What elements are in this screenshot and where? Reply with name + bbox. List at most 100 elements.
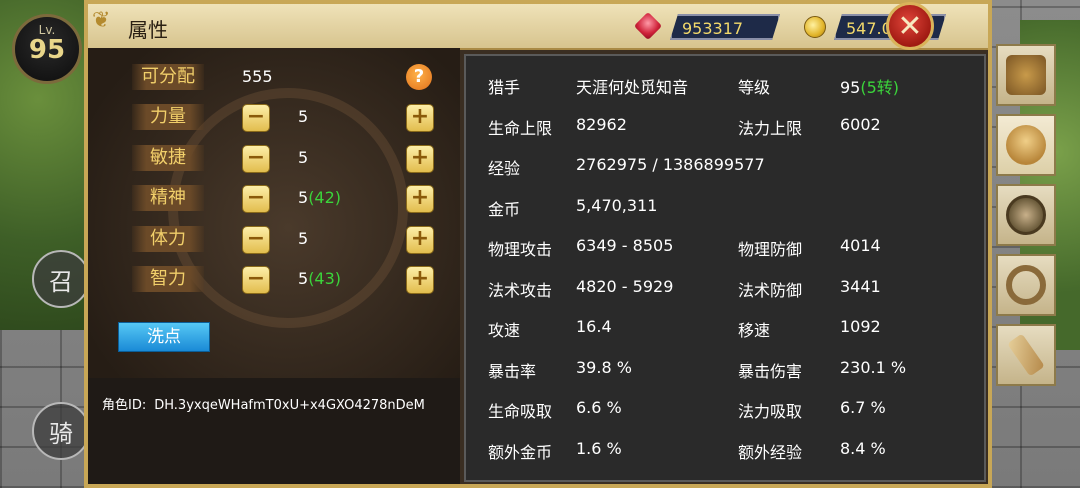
dragon-emblem-icon (1006, 195, 1046, 235)
character-name: 天涯何处觅知音 (576, 78, 689, 97)
info-row: 额外金币 1.6 % 额外经验 8.4 % (466, 439, 984, 469)
class-label: 猎手 (488, 78, 521, 97)
stat-label: 力量 (132, 104, 204, 130)
stat-row-strength: 力量 − 5 + (132, 104, 452, 134)
hp-label: 生命上限 (488, 119, 553, 138)
attack-speed-label: 攻速 (488, 321, 521, 340)
panel-title: 属性 (128, 18, 168, 42)
character-portrait-icon (1006, 125, 1046, 165)
extra-exp-label: 额外经验 (738, 443, 803, 462)
exp-label: 经验 (488, 159, 521, 178)
role-id: 角色ID: DH.3yxqeWHafmT0xU+x4GXO4278nDeM (102, 394, 425, 413)
magic-defense-value: 3441 (840, 277, 881, 296)
magic-attack-value: 4820 - 5929 (576, 277, 674, 296)
role-id-area: 角色ID: DH.3yxqeWHafmT0xU+x4GXO4278nDeM (88, 378, 460, 484)
life-steal-label: 生命吸取 (488, 402, 553, 421)
hp-value: 82962 (576, 115, 627, 134)
decrease-intellect-button[interactable]: − (242, 266, 270, 294)
ring-icon (1006, 265, 1046, 305)
player-level-badge[interactable]: Lv. 95 (12, 14, 82, 84)
crit-rate-value: 39.8 % (576, 358, 632, 377)
stat-value: 5 (298, 229, 309, 248)
attack-speed-value: 16.4 (576, 317, 612, 336)
gold-value: 5,470,311 (576, 196, 658, 215)
info-row: 暴击率 39.8 % 暴击伤害 230.1 % (466, 358, 984, 388)
gem-count: 953317 (670, 14, 780, 40)
physical-attack-label: 物理攻击 (488, 240, 553, 259)
close-button[interactable]: ✕ (886, 2, 934, 50)
attribute-allocation-section: 可分配 555 ? 力量 − 5 + 敏捷 − 5 + 精神 − 5(42) +… (88, 48, 460, 484)
available-points-label: 可分配 (132, 64, 204, 90)
mana-steal-label: 法力吸取 (738, 402, 803, 421)
tab-bag[interactable] (996, 44, 1056, 106)
stat-row-spirit: 精神 − 5(42) + (132, 185, 452, 215)
stat-row-intellect: 智力 − 5(43) + (132, 266, 452, 296)
extra-gold-label: 额外金币 (488, 443, 553, 462)
info-row: 生命上限 82962 法力上限 6002 (466, 115, 984, 145)
magic-defense-label: 法术防御 (738, 281, 803, 300)
crit-damage-label: 暴击伤害 (738, 362, 803, 381)
info-row: 生命吸取 6.6 % 法力吸取 6.7 % (466, 398, 984, 428)
magic-attack-label: 法术攻击 (488, 281, 553, 300)
stat-value: 5 (298, 107, 309, 126)
crit-rate-label: 暴击率 (488, 362, 537, 381)
decrease-stamina-button[interactable]: − (242, 226, 270, 254)
increase-agility-button[interactable]: + (406, 145, 434, 173)
mana-steal-value: 6.7 % (840, 398, 886, 417)
corner-ornament-icon: ❦ (92, 8, 111, 33)
physical-attack-value: 6349 - 8505 (576, 236, 674, 255)
level-number: 95 (28, 35, 66, 65)
stat-label: 体力 (132, 226, 204, 252)
life-steal-value: 6.6 % (576, 398, 622, 417)
gold-label: 金币 (488, 200, 521, 219)
mp-value: 6002 (840, 115, 881, 134)
gold-coin-icon (804, 16, 826, 38)
info-row: 金币 5,470,311 (466, 196, 984, 226)
role-id-label: 角色ID: (102, 398, 147, 413)
ride-button[interactable]: 骑 (32, 402, 90, 460)
stat-row-stamina: 体力 − 5 + (132, 226, 452, 256)
move-speed-value: 1092 (840, 317, 881, 336)
physical-defense-label: 物理防御 (738, 240, 803, 259)
extra-exp-value: 8.4 % (840, 439, 886, 458)
available-points-value: 555 (242, 67, 273, 86)
tab-emblem[interactable] (996, 184, 1056, 246)
help-icon[interactable]: ? (406, 64, 432, 90)
gem-icon (633, 11, 663, 41)
info-row: 攻速 16.4 移速 1092 (466, 317, 984, 347)
attribute-panel: ❦ 属性 953317 547.0w 可分配 555 ? 力量 − 5 + 敏捷… (84, 0, 992, 488)
character-info-section: 猎手 天涯何处觅知音 等级 95(5转) 生命上限 82962 法力上限 600… (464, 54, 986, 482)
summon-button[interactable]: 召 (32, 250, 90, 308)
info-row: 法术攻击 4820 - 5929 法术防御 3441 (466, 277, 984, 307)
tab-character[interactable] (996, 114, 1056, 176)
increase-intellect-button[interactable]: + (406, 266, 434, 294)
title-bar: ❦ 属性 953317 547.0w (88, 4, 988, 50)
stat-label: 敏捷 (132, 145, 204, 171)
increase-stamina-button[interactable]: + (406, 226, 434, 254)
info-row: 经验 2762975 / 1386899577 (466, 155, 984, 185)
increase-strength-button[interactable]: + (406, 104, 434, 132)
stat-value: 5(42) (298, 188, 342, 207)
decrease-agility-button[interactable]: − (242, 145, 270, 173)
stat-value: 5 (298, 148, 309, 167)
available-points-row: 可分配 555 (132, 64, 452, 94)
stat-label: 智力 (132, 266, 204, 292)
level-label: 等级 (738, 78, 771, 97)
exp-value: 2762975 / 1386899577 (576, 155, 765, 174)
reset-points-button[interactable]: 洗点 (118, 322, 210, 352)
bag-icon (1006, 55, 1046, 95)
decrease-strength-button[interactable]: − (242, 104, 270, 132)
physical-defense-value: 4014 (840, 236, 881, 255)
scroll-icon (1007, 333, 1045, 377)
stat-label: 精神 (132, 185, 204, 211)
tab-scroll[interactable] (996, 324, 1056, 386)
extra-gold-value: 1.6 % (576, 439, 622, 458)
info-row: 猎手 天涯何处觅知音 等级 95(5转) (466, 74, 984, 104)
crit-damage-value: 230.1 % (840, 358, 907, 377)
stat-row-agility: 敏捷 − 5 + (132, 145, 452, 175)
increase-spirit-button[interactable]: + (406, 185, 434, 213)
tab-ring[interactable] (996, 254, 1056, 316)
decrease-spirit-button[interactable]: − (242, 185, 270, 213)
level-value: 95(5转) (840, 78, 900, 97)
move-speed-label: 移速 (738, 321, 771, 340)
